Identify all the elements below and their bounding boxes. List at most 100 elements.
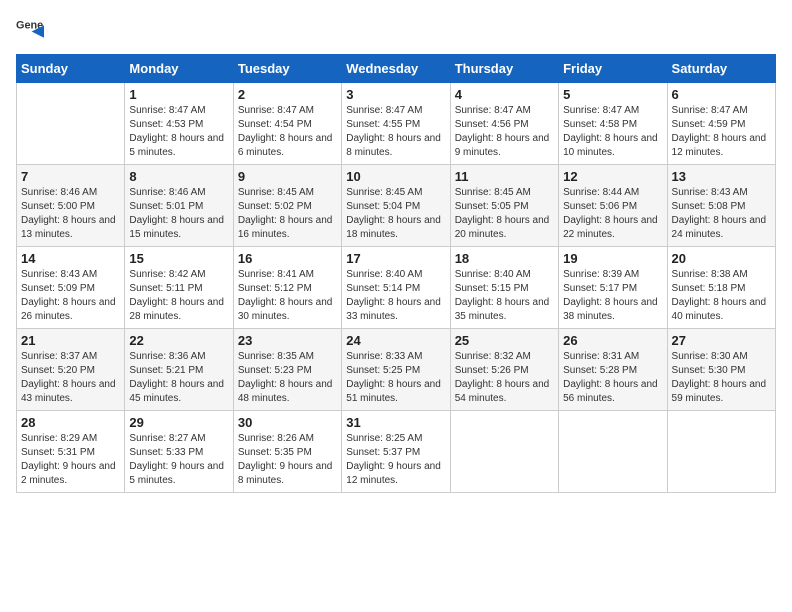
day-detail: Sunrise: 8:47 AMSunset: 4:55 PMDaylight:… [346, 104, 445, 160]
day-detail: Sunrise: 8:27 AMSunset: 5:33 PMDaylight:… [129, 432, 228, 488]
day-number: 8 [129, 169, 228, 184]
day-number: 1 [129, 87, 228, 102]
calendar-cell [17, 83, 125, 165]
calendar-cell: 5 Sunrise: 8:47 AMSunset: 4:58 PMDaylight… [559, 83, 667, 165]
day-number: 14 [21, 251, 120, 266]
calendar-cell: 31 Sunrise: 8:25 AMSunset: 5:37 PMDayligh… [342, 411, 450, 493]
day-number: 6 [672, 87, 771, 102]
logo-icon: General [16, 16, 44, 44]
day-number: 24 [346, 333, 445, 348]
day-detail: Sunrise: 8:45 AMSunset: 5:02 PMDaylight:… [238, 186, 337, 242]
header: General [16, 16, 776, 44]
day-detail: Sunrise: 8:26 AMSunset: 5:35 PMDaylight:… [238, 432, 337, 488]
day-number: 4 [455, 87, 554, 102]
calendar-cell: 7 Sunrise: 8:46 AMSunset: 5:00 PMDaylight… [17, 165, 125, 247]
day-detail: Sunrise: 8:47 AMSunset: 4:54 PMDaylight:… [238, 104, 337, 160]
calendar-cell: 3 Sunrise: 8:47 AMSunset: 4:55 PMDaylight… [342, 83, 450, 165]
calendar-cell: 21Sunrise: 8:37 AMSunset: 5:20 PMDayligh… [17, 329, 125, 411]
calendar-cell: 6 Sunrise: 8:47 AMSunset: 4:59 PMDaylight… [667, 83, 775, 165]
day-number: 22 [129, 333, 228, 348]
calendar-cell: 27 Sunrise: 8:30 AMSunset: 5:30 PMDayligh… [667, 329, 775, 411]
calendar-week-row: 1 Sunrise: 8:47 AMSunset: 4:53 PMDaylight… [17, 83, 776, 165]
day-number: 27 [672, 333, 771, 348]
day-number: 17 [346, 251, 445, 266]
calendar-cell: 26 Sunrise: 8:31 AMSunset: 5:28 PMDayligh… [559, 329, 667, 411]
day-detail: Sunrise: 8:38 AMSunset: 5:18 PMDaylight:… [672, 268, 771, 324]
calendar-week-row: 14 Sunrise: 8:43 AMSunset: 5:09 PMDayligh… [17, 247, 776, 329]
day-detail: Sunrise: 8:32 AMSunset: 5:26 PMDaylight:… [455, 350, 554, 406]
day-detail: Sunrise: 8:31 AMSunset: 5:28 PMDaylight:… [563, 350, 662, 406]
day-detail: Sunrise: 8:35 AMSunset: 5:23 PMDaylight:… [238, 350, 337, 406]
day-number: 31 [346, 415, 445, 430]
logo: General [16, 16, 48, 44]
day-detail: Sunrise: 8:40 AMSunset: 5:14 PMDaylight:… [346, 268, 445, 324]
day-detail: Sunrise: 8:43 AMSunset: 5:08 PMDaylight:… [672, 186, 771, 242]
day-number: 23 [238, 333, 337, 348]
day-detail: Sunrise: 8:40 AMSunset: 5:15 PMDaylight:… [455, 268, 554, 324]
day-number: 28 [21, 415, 120, 430]
calendar-cell: 30 Sunrise: 8:26 AMSunset: 5:35 PMDayligh… [233, 411, 341, 493]
day-detail: Sunrise: 8:45 AMSunset: 5:04 PMDaylight:… [346, 186, 445, 242]
calendar-cell: 20 Sunrise: 8:38 AMSunset: 5:18 PMDayligh… [667, 247, 775, 329]
day-detail: Sunrise: 8:37 AMSunset: 5:20 PMDaylight:… [21, 350, 120, 406]
calendar-cell: 8 Sunrise: 8:46 AMSunset: 5:01 PMDaylight… [125, 165, 233, 247]
day-header: Sunday [17, 55, 125, 83]
calendar-cell: 1 Sunrise: 8:47 AMSunset: 4:53 PMDaylight… [125, 83, 233, 165]
calendar-cell: 2 Sunrise: 8:47 AMSunset: 4:54 PMDaylight… [233, 83, 341, 165]
calendar-body: 1 Sunrise: 8:47 AMSunset: 4:53 PMDaylight… [17, 83, 776, 493]
calendar-cell: 17 Sunrise: 8:40 AMSunset: 5:14 PMDayligh… [342, 247, 450, 329]
day-detail: Sunrise: 8:46 AMSunset: 5:01 PMDaylight:… [129, 186, 228, 242]
day-number: 11 [455, 169, 554, 184]
calendar-cell: 22 Sunrise: 8:36 AMSunset: 5:21 PMDayligh… [125, 329, 233, 411]
day-detail: Sunrise: 8:36 AMSunset: 5:21 PMDaylight:… [129, 350, 228, 406]
calendar-cell: 25 Sunrise: 8:32 AMSunset: 5:26 PMDayligh… [450, 329, 558, 411]
calendar-cell: 14 Sunrise: 8:43 AMSunset: 5:09 PMDayligh… [17, 247, 125, 329]
day-detail: Sunrise: 8:45 AMSunset: 5:05 PMDaylight:… [455, 186, 554, 242]
day-header: Thursday [450, 55, 558, 83]
day-detail: Sunrise: 8:25 AMSunset: 5:37 PMDaylight:… [346, 432, 445, 488]
calendar-cell: 11 Sunrise: 8:45 AMSunset: 5:05 PMDayligh… [450, 165, 558, 247]
day-number: 5 [563, 87, 662, 102]
calendar-cell: 15Sunrise: 8:42 AMSunset: 5:11 PMDayligh… [125, 247, 233, 329]
day-detail: Sunrise: 8:47 AMSunset: 4:59 PMDaylight:… [672, 104, 771, 160]
calendar-cell: 19Sunrise: 8:39 AMSunset: 5:17 PMDayligh… [559, 247, 667, 329]
day-detail: Sunrise: 8:47 AMSunset: 4:58 PMDaylight:… [563, 104, 662, 160]
day-header: Tuesday [233, 55, 341, 83]
day-number: 30 [238, 415, 337, 430]
day-number: 20 [672, 251, 771, 266]
day-header: Friday [559, 55, 667, 83]
day-number: 13 [672, 169, 771, 184]
calendar-cell: 28 Sunrise: 8:29 AMSunset: 5:31 PMDayligh… [17, 411, 125, 493]
day-number: 25 [455, 333, 554, 348]
day-number: 12 [563, 169, 662, 184]
day-number: 16 [238, 251, 337, 266]
day-detail: Sunrise: 8:30 AMSunset: 5:30 PMDaylight:… [672, 350, 771, 406]
calendar-cell: 4 Sunrise: 8:47 AMSunset: 4:56 PMDaylight… [450, 83, 558, 165]
day-header: Saturday [667, 55, 775, 83]
day-detail: Sunrise: 8:41 AMSunset: 5:12 PMDaylight:… [238, 268, 337, 324]
day-detail: Sunrise: 8:44 AMSunset: 5:06 PMDaylight:… [563, 186, 662, 242]
day-number: 15 [129, 251, 228, 266]
calendar-cell: 23 Sunrise: 8:35 AMSunset: 5:23 PMDayligh… [233, 329, 341, 411]
day-header: Wednesday [342, 55, 450, 83]
day-number: 10 [346, 169, 445, 184]
day-detail: Sunrise: 8:47 AMSunset: 4:53 PMDaylight:… [129, 104, 228, 160]
day-number: 26 [563, 333, 662, 348]
calendar-table: SundayMondayTuesdayWednesdayThursdayFrid… [16, 54, 776, 493]
day-detail: Sunrise: 8:47 AMSunset: 4:56 PMDaylight:… [455, 104, 554, 160]
day-number: 7 [21, 169, 120, 184]
calendar-cell: 13 Sunrise: 8:43 AMSunset: 5:08 PMDayligh… [667, 165, 775, 247]
calendar-cell [667, 411, 775, 493]
day-number: 3 [346, 87, 445, 102]
calendar-week-row: 28 Sunrise: 8:29 AMSunset: 5:31 PMDayligh… [17, 411, 776, 493]
calendar-header-row: SundayMondayTuesdayWednesdayThursdayFrid… [17, 55, 776, 83]
day-detail: Sunrise: 8:29 AMSunset: 5:31 PMDaylight:… [21, 432, 120, 488]
calendar-cell: 9 Sunrise: 8:45 AMSunset: 5:02 PMDaylight… [233, 165, 341, 247]
calendar-cell: 29Sunrise: 8:27 AMSunset: 5:33 PMDayligh… [125, 411, 233, 493]
calendar-cell: 18Sunrise: 8:40 AMSunset: 5:15 PMDayligh… [450, 247, 558, 329]
day-number: 9 [238, 169, 337, 184]
day-number: 2 [238, 87, 337, 102]
day-detail: Sunrise: 8:46 AMSunset: 5:00 PMDaylight:… [21, 186, 120, 242]
day-detail: Sunrise: 8:43 AMSunset: 5:09 PMDaylight:… [21, 268, 120, 324]
calendar-week-row: 21Sunrise: 8:37 AMSunset: 5:20 PMDayligh… [17, 329, 776, 411]
